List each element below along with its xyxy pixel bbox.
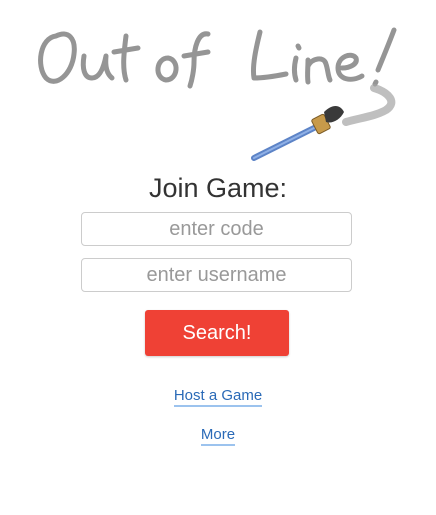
code-input[interactable] xyxy=(81,212,352,246)
more-link-row: More xyxy=(0,426,436,446)
join-game-title: Join Game: xyxy=(148,173,288,203)
more-link[interactable]: More xyxy=(200,426,236,446)
out-of-line-logo xyxy=(28,8,418,168)
paintbrush-icon xyxy=(251,106,344,161)
search-button[interactable]: Search! xyxy=(145,310,289,356)
host-link-row: Host a Game xyxy=(0,387,436,407)
host-a-game-link[interactable]: Host a Game xyxy=(173,387,263,407)
username-input[interactable] xyxy=(81,258,352,292)
